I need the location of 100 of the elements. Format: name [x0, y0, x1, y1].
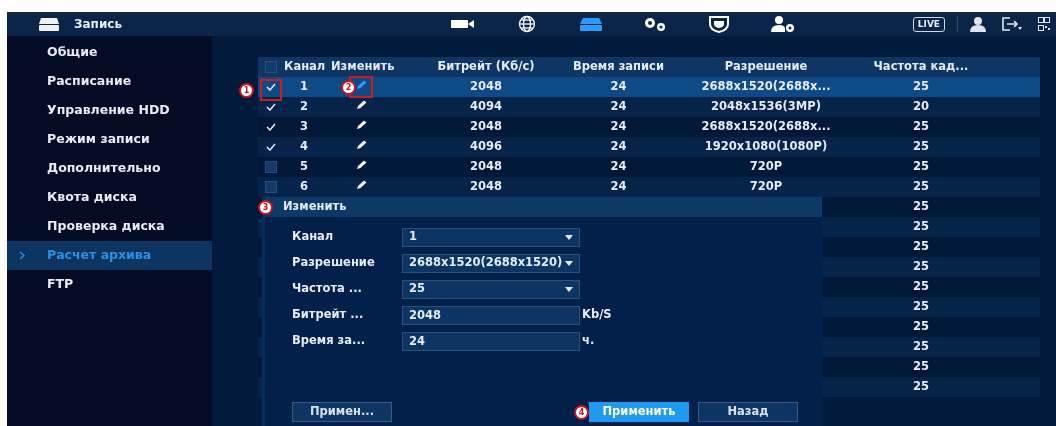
column-header: Частота кад...: [872, 58, 970, 76]
table-cell: 24: [610, 79, 627, 94]
table-cell: 2048x1536(3MP): [711, 99, 821, 114]
table-cell: 25: [913, 359, 929, 374]
sidebar-item[interactable]: FTP: [7, 270, 212, 299]
sidebar-item[interactable]: Проверка диска: [7, 212, 212, 241]
table-cell: 4094: [470, 99, 502, 114]
table-cell: 25: [913, 179, 929, 194]
sidebar-item[interactable]: Расписание: [7, 67, 212, 96]
table-cell: 720P: [749, 159, 783, 174]
table-cell: 4096: [470, 139, 502, 154]
caret-icon: [562, 260, 574, 266]
table-cell-text: 1: [299, 79, 308, 94]
table-row[interactable]: 2 4094 24 2048x1536(3MP) 20: [258, 97, 1040, 117]
column-header: Канал: [284, 58, 327, 76]
table-cell: 2688x1520(2688x...: [701, 79, 831, 94]
edit-icon[interactable]: [355, 160, 367, 171]
edit-icon[interactable]: [355, 180, 367, 191]
dropdown[interactable]: 2688x1520(2688x1520): [402, 253, 580, 273]
table-cell-text: 2: [299, 99, 308, 114]
shield-icon: [709, 15, 730, 33]
dropdown[interactable]: 1: [402, 227, 580, 247]
table-row[interactable]: 4 4096 24 1920x1080(1080P) 25: [258, 137, 1040, 157]
table-cell: 25: [913, 119, 929, 134]
live-button[interactable]: LIVE: [912, 16, 945, 32]
dialog-title: Изменить: [283, 198, 347, 216]
dropdown[interactable]: 25: [402, 279, 580, 299]
unit-label: Kb/S: [582, 306, 612, 324]
checkmark-icon: [266, 103, 276, 111]
field-label: Частота ...: [292, 280, 363, 298]
sidebar-item[interactable]: Квота диска: [7, 183, 212, 212]
table-cell: 24: [610, 119, 627, 134]
sidebar-item[interactable]: Режим записи: [7, 125, 212, 154]
table-cell: 25: [913, 139, 929, 154]
field-label: Канал: [292, 228, 335, 246]
column-header: Битрейт (Кб/с): [436, 58, 536, 76]
table-cell: 2688x1520(2688x...: [701, 119, 831, 134]
table-cell: 25: [913, 319, 929, 334]
unit-label: ч.: [582, 332, 595, 350]
checkmark-icon: [266, 83, 276, 91]
table-cell: 25: [913, 159, 929, 174]
sidebar-item[interactable]: Управление HDD: [7, 96, 212, 125]
field-label: Битрейт ...: [292, 306, 365, 324]
table-cell-text: 4: [299, 139, 308, 154]
table-cell: 2048: [470, 79, 502, 94]
user-gear-icon: [770, 15, 797, 33]
table-cell: 24: [610, 99, 627, 114]
table-cell: 24: [610, 159, 627, 174]
annotation-marker: 4: [574, 404, 589, 420]
table-cell: 720P: [749, 179, 783, 194]
table-cell: 25: [913, 379, 929, 394]
dialog-button[interactable]: Назад: [698, 402, 798, 422]
edit-icon[interactable]: [355, 100, 367, 111]
qr-code-icon: [1038, 17, 1050, 31]
table-cell: 25: [913, 299, 929, 314]
annotation-marker: 2: [341, 80, 356, 96]
input-field[interactable]: 2048: [402, 305, 580, 325]
row-checkbox[interactable]: [265, 101, 277, 113]
column-header: Разрешение: [723, 58, 809, 76]
table-cell: 25: [913, 219, 929, 234]
user-icon: [970, 16, 986, 32]
table-cell-text: 3: [299, 119, 308, 134]
globe-icon: [518, 15, 537, 33]
row-checkbox[interactable]: [265, 121, 277, 133]
table-row[interactable]: 6 2048 24 720P 25: [258, 177, 1040, 197]
highlight-frame: [260, 79, 282, 101]
camera-icon: [451, 19, 476, 29]
table-cell: 25: [913, 79, 929, 94]
table-cell: 20: [913, 99, 929, 114]
table-cell: 2048: [470, 159, 502, 174]
table-cell: 25: [913, 259, 929, 274]
checkmark-icon: [266, 143, 276, 151]
section-title: Запись: [74, 16, 123, 33]
table-cell: 2048: [470, 179, 502, 194]
select-all-checkbox[interactable]: [265, 61, 277, 73]
input-field[interactable]: 24: [402, 331, 580, 351]
table-cell: 25: [913, 239, 929, 254]
sidebar-item[interactable]: Общие: [7, 38, 212, 67]
column-header: Время записи: [572, 58, 665, 76]
annotation-marker: 1: [239, 83, 254, 98]
sidebar-item[interactable]: Дополнительно: [7, 154, 212, 183]
edit-icon[interactable]: [355, 120, 367, 131]
row-checkbox[interactable]: [265, 81, 277, 93]
table-cell: 24: [610, 139, 627, 154]
checkmark-icon: [266, 123, 276, 131]
caret-icon: [562, 234, 573, 240]
row-checkbox[interactable]: [265, 181, 277, 193]
sidebar-item[interactable]: Расчет архива: [7, 241, 212, 270]
table-cell: 25: [913, 279, 929, 294]
table-cell: 2048: [470, 119, 502, 134]
dialog-button[interactable]: Примен...: [292, 402, 392, 422]
row-checkbox[interactable]: [265, 141, 277, 153]
column-header: Изменить: [331, 58, 396, 76]
hard-drive-icon: [38, 17, 60, 31]
logout-icon: [1002, 17, 1022, 31]
hard-drive-icon: [579, 17, 604, 31]
edit-icon[interactable]: [355, 140, 367, 151]
table-cell-text: 5: [299, 159, 308, 174]
row-checkbox[interactable]: [265, 161, 277, 173]
field-label: Разрешение: [292, 254, 376, 272]
